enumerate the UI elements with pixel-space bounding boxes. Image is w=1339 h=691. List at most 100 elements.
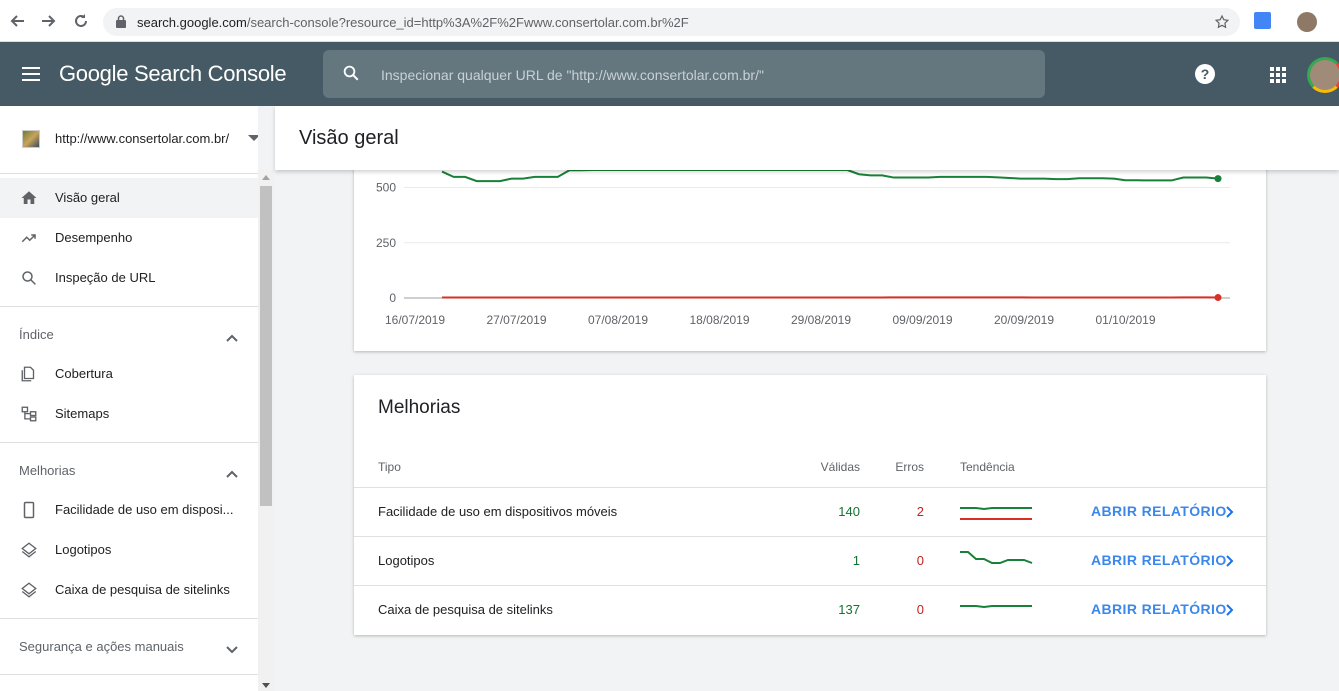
reload-icon[interactable]	[72, 12, 90, 30]
sidebar-item-url-inspection[interactable]: Inspeção de URL	[0, 258, 258, 298]
table-row[interactable]: Facilidade de uso em dispositivos móveis…	[354, 487, 1266, 536]
svg-text:?: ?	[1201, 66, 1210, 82]
divider	[0, 618, 258, 619]
improvements-title: Melhorias	[378, 397, 461, 418]
series-endpoint[interactable]	[1214, 175, 1222, 183]
scroll-thumb[interactable]	[260, 186, 272, 506]
col-head-valid[interactable]: Válidas	[821, 460, 860, 474]
lock-icon	[116, 15, 126, 33]
url-text: search.google.com/search-console?resourc…	[137, 15, 689, 30]
chevron-down-icon[interactable]	[226, 641, 238, 659]
improvements-card: Melhorias Tipo Válidas Erros Tendência F…	[354, 375, 1266, 635]
copy-icon	[20, 365, 38, 383]
col-head-errors[interactable]: Erros	[895, 460, 924, 474]
sidebar-item-label: Facilidade de uso em disposi...	[55, 502, 234, 517]
search-input[interactable]	[381, 65, 1021, 85]
property-selector[interactable]: http://www.consertolar.com.br/	[0, 106, 258, 174]
x-tick-label: 20/09/2019	[994, 313, 1054, 327]
layers-icon	[20, 541, 38, 559]
sitemap-icon	[20, 405, 38, 423]
y-tick-label: 0	[389, 291, 396, 305]
sparkline-line	[960, 507, 1032, 511]
sidebar-scrollbar[interactable]	[258, 170, 274, 691]
sidebar-item-performance[interactable]: Desempenho	[0, 218, 258, 258]
star-icon[interactable]	[1214, 14, 1230, 35]
sidebar-item-logos[interactable]: Logotipos	[0, 530, 258, 570]
property-favicon	[22, 130, 40, 148]
section-index[interactable]: Índice	[0, 314, 258, 354]
row-valid-count: 1	[852, 553, 860, 568]
apps-grid-icon[interactable]	[1270, 67, 1286, 88]
section-improvements[interactable]: Melhorias	[0, 450, 258, 490]
row-name: Logotipos	[378, 553, 435, 568]
sidebar-item-label: Sitemaps	[55, 406, 110, 421]
open-report-button[interactable]: ABRIR RELATÓRIO	[1091, 503, 1227, 519]
sidebar-item-label: Desempenho	[55, 230, 133, 245]
search-icon	[20, 269, 38, 287]
sidebar-item-sitelinks-searchbox[interactable]: Caixa de pesquisa de sitelinks	[0, 570, 258, 610]
x-tick-label: 16/07/2019	[385, 313, 445, 327]
property-name: http://www.consertolar.com.br/	[55, 131, 230, 146]
trend-sparkline	[960, 551, 1033, 564]
series-endpoint[interactable]	[1214, 294, 1222, 302]
address-bar[interactable]: search.google.com/search-console?resourc…	[103, 8, 1240, 36]
caret-down-icon[interactable]	[248, 135, 258, 141]
divider	[0, 442, 258, 443]
smartphone-icon	[20, 501, 38, 519]
sidebar-item-sitemaps[interactable]: Sitemaps	[0, 394, 258, 434]
url-inspection-search[interactable]	[323, 50, 1045, 98]
row-name: Caixa de pesquisa de sitelinks	[378, 602, 553, 617]
trend-sparkline	[960, 605, 1032, 609]
y-tick-label: 500	[376, 181, 396, 195]
sidebar-item-coverage[interactable]: Cobertura	[0, 354, 258, 394]
menu-icon[interactable]	[22, 67, 40, 86]
col-head-trend: Tendência	[960, 460, 1015, 474]
app-logo[interactable]: Google Search Console	[59, 61, 287, 87]
row-name: Facilidade de uso em dispositivos móveis	[378, 504, 618, 519]
forward-icon[interactable]	[40, 12, 58, 30]
trend-sparkline	[960, 507, 1032, 520]
row-error-count: 2	[916, 504, 924, 519]
x-tick-label: 27/07/2019	[486, 313, 546, 327]
section-label: Melhorias	[19, 463, 76, 478]
row-error-count: 0	[916, 602, 924, 617]
sidebar-item-overview[interactable]: Visão geral	[0, 178, 258, 218]
section-security[interactable]: Segurança e ações manuais	[0, 626, 258, 666]
row-valid-count: 137	[838, 602, 860, 617]
series-line	[441, 169, 1219, 183]
back-icon[interactable]	[8, 12, 26, 30]
app-header: Google Search Console ?	[0, 42, 1339, 106]
chevron-up-icon[interactable]	[226, 465, 238, 483]
scroll-up-arrow[interactable]	[262, 175, 270, 180]
y-tick-label: 250	[376, 236, 396, 250]
sidebar-item-mobile-usability[interactable]: Facilidade de uso em disposi...	[0, 490, 258, 530]
page-title: Visão geral	[299, 127, 399, 149]
scroll-down-arrow[interactable]	[262, 683, 270, 688]
x-tick-label: 07/08/2019	[588, 313, 648, 327]
help-icon[interactable]: ?	[1194, 63, 1216, 90]
sidebar-item-label: Cobertura	[55, 366, 113, 381]
table-row[interactable]: Logotipos 1 0 ABRIR RELATÓRIO	[354, 536, 1266, 585]
open-report-button[interactable]: ABRIR RELATÓRIO	[1091, 552, 1227, 568]
sidebar-item-label: Caixa de pesquisa de sitelinks	[55, 582, 230, 597]
table-row[interactable]: Caixa de pesquisa de sitelinks 137 0 ABR…	[354, 585, 1266, 634]
x-tick-label: 09/09/2019	[892, 313, 952, 327]
browser-profile-avatar[interactable]	[1297, 12, 1317, 32]
col-head-type: Tipo	[378, 460, 401, 474]
translate-icon[interactable]	[1254, 12, 1271, 29]
chevron-right-icon[interactable]	[1226, 554, 1234, 572]
row-valid-count: 140	[838, 504, 860, 519]
chevron-right-icon[interactable]	[1226, 505, 1234, 523]
chevron-right-icon[interactable]	[1226, 603, 1234, 621]
layers-icon	[20, 581, 38, 599]
sparkline-line	[960, 551, 1033, 564]
open-report-button[interactable]: ABRIR RELATÓRIO	[1091, 601, 1227, 617]
sidebar-item-label: Visão geral	[55, 190, 120, 205]
sidebar-item-label: Inspeção de URL	[55, 270, 156, 285]
sparkline-line	[960, 605, 1032, 609]
section-label: Segurança e ações manuais	[19, 639, 184, 654]
chevron-up-icon[interactable]	[226, 329, 238, 347]
divider	[0, 674, 258, 675]
search-icon	[342, 64, 360, 87]
account-avatar[interactable]	[1307, 57, 1339, 93]
